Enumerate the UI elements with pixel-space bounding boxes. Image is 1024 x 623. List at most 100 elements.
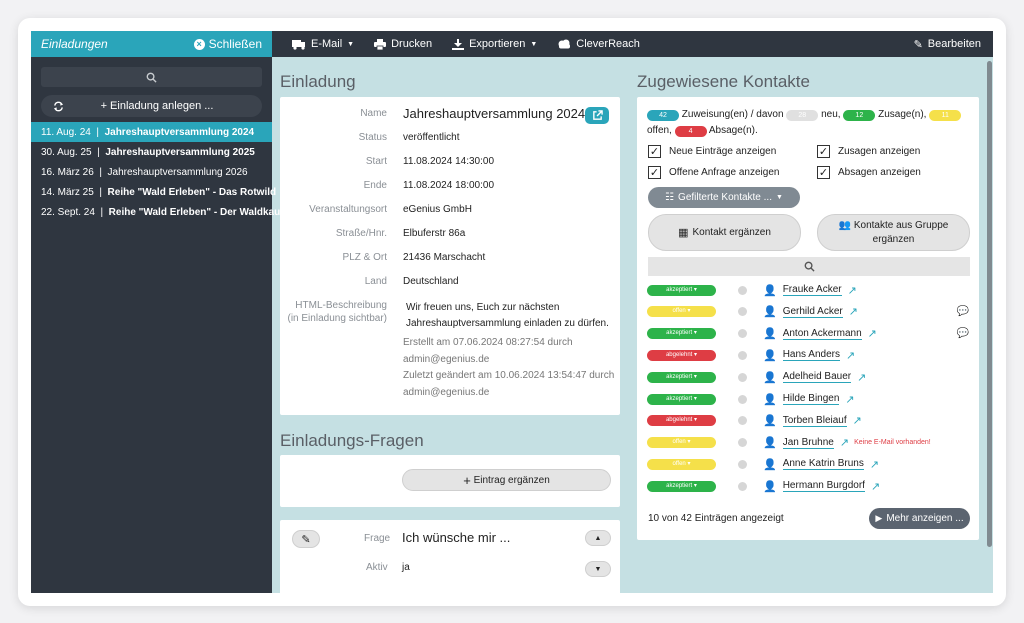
invitation-item[interactable]: 16. März 26 | Jahreshauptversammlung 202… bbox=[31, 162, 272, 182]
external-link-icon[interactable]: ↗ bbox=[846, 349, 855, 362]
external-link-icon[interactable]: ↗ bbox=[857, 371, 866, 384]
comment-icon[interactable]: 💬 bbox=[957, 328, 969, 339]
new-invitation-button[interactable]: + Einladung anlegen ... bbox=[41, 95, 262, 117]
start-label: Start bbox=[365, 156, 387, 167]
invitation-item[interactable]: 22. Sept. 24 | Reihe "Wald Erleben" - De… bbox=[31, 202, 285, 222]
checkbox-new[interactable]: ✓ Neue Einträge anzeigen bbox=[648, 145, 776, 158]
description-label: HTML-Beschreibung (in Einladung sichtbar) bbox=[288, 300, 388, 327]
invitation-list: 11. Aug. 24 | Jahreshauptversammlung 202… bbox=[31, 122, 285, 222]
status-dropdown[interactable]: akzeptiert ▾ bbox=[647, 371, 716, 383]
external-link-icon[interactable]: ↗ bbox=[868, 327, 877, 340]
person-icon: 👤 bbox=[763, 306, 777, 319]
checkbox-checked-icon[interactable]: ✓ bbox=[817, 166, 830, 179]
refresh-icon[interactable] bbox=[53, 101, 64, 112]
external-link-icon[interactable]: ↗ bbox=[871, 480, 880, 493]
checkbox-reject[interactable]: ✓ Absagen anzeigen bbox=[817, 166, 921, 179]
invitation-item[interactable]: 30. Aug. 25 | Jahreshauptversammlung 202… bbox=[31, 142, 272, 162]
comment-icon[interactable]: 💬 bbox=[957, 306, 969, 317]
invitation-date: 14. März 25 bbox=[41, 186, 94, 198]
reject-text: Absage(n). bbox=[708, 125, 758, 136]
checkbox-checked-icon[interactable]: ✓ bbox=[648, 166, 661, 179]
invitation-item[interactable]: 11. Aug. 24 | Jahreshauptversammlung 202… bbox=[31, 122, 272, 142]
status-dropdown[interactable]: offen ▾ bbox=[647, 458, 716, 470]
external-link-icon[interactable]: ↗ bbox=[853, 414, 862, 427]
contact-name-link[interactable]: Frauke Acker bbox=[782, 284, 842, 296]
contact-name-link[interactable]: Torben Bleiauf bbox=[782, 415, 847, 427]
cleverreach-button[interactable]: CleverReach bbox=[557, 38, 640, 50]
person-icon: 👤 bbox=[763, 349, 777, 362]
close-button[interactable]: × Schließen bbox=[193, 37, 262, 51]
status-dropdown[interactable]: akzeptiert ▾ bbox=[647, 393, 716, 405]
question-card: ✎ Frage Ich wünsche mir ... ▲ Aktiv ja ▼ bbox=[280, 520, 620, 593]
add-entry-button[interactable]: + Eintrag ergänzen bbox=[402, 469, 611, 491]
sidebar-search-input[interactable] bbox=[41, 67, 262, 87]
edit-question-button[interactable]: ✎ bbox=[292, 530, 320, 548]
audit-info: Erstellt am 07.06.2024 08:27:54 durch ad… bbox=[403, 335, 614, 401]
export-menu-button[interactable]: Exportieren ▼ bbox=[452, 38, 537, 50]
invitation-item[interactable]: 14. März 25 | Reihe "Wald Erleben" - Das… bbox=[31, 182, 276, 202]
status-dropdown[interactable]: offen ▾ bbox=[647, 306, 716, 318]
contact-name-link[interactable]: Hans Anders bbox=[782, 349, 840, 362]
filtered-contacts-button[interactable]: ☷ Gefilterte Kontakte ... ▼ bbox=[648, 187, 800, 208]
name-value: Jahreshauptversammlung 2024 bbox=[403, 106, 586, 121]
contact-row: akzeptiert ▾ 👤 Hermann Burgdorf ↗ bbox=[647, 477, 969, 495]
status-value: veröffentlicht bbox=[403, 132, 460, 143]
print-label: Drucken bbox=[391, 38, 433, 50]
edit-button[interactable]: ✎ Bearbeiten bbox=[914, 38, 981, 51]
show-more-button[interactable]: ▶ Mehr anzeigen ... bbox=[869, 508, 970, 529]
move-down-button[interactable]: ▼ bbox=[585, 561, 611, 577]
sidebar-title: Einladungen bbox=[41, 37, 108, 51]
contact-name-link[interactable]: Hilde Bingen bbox=[782, 393, 840, 405]
name-label: Name bbox=[360, 108, 387, 119]
contact-name-link[interactable]: Hermann Burgdorf bbox=[782, 480, 865, 493]
status-label: akzeptiert bbox=[666, 330, 693, 337]
person-icon: 👤 bbox=[763, 371, 777, 384]
external-link-icon[interactable]: ↗ bbox=[849, 305, 858, 318]
status-dropdown[interactable]: akzeptiert ▾ bbox=[647, 284, 716, 296]
status-dropdown[interactable]: akzeptiert ▾ bbox=[647, 480, 716, 492]
checkbox-accept[interactable]: ✓ Zusagen anzeigen bbox=[817, 145, 920, 158]
contact-name-link[interactable]: Anne Katrin Bruns bbox=[782, 458, 864, 471]
new-indicator-icon bbox=[738, 416, 747, 426]
new-text: neu, bbox=[821, 109, 841, 120]
open-external-button[interactable] bbox=[585, 107, 609, 124]
search-icon bbox=[146, 72, 157, 83]
total-text: Zuweisung(en) / davon bbox=[681, 109, 784, 120]
status-dropdown[interactable]: offen ▾ bbox=[647, 437, 716, 449]
external-link-icon[interactable]: ↗ bbox=[848, 284, 857, 297]
close-icon: × bbox=[193, 38, 205, 50]
contact-name-link[interactable]: Gerhild Acker bbox=[782, 306, 843, 318]
contact-name-link[interactable]: Adelheid Bauer bbox=[782, 371, 852, 384]
checkbox-checked-icon[interactable]: ✓ bbox=[648, 145, 661, 158]
add-group-button[interactable]: 👥 Kontakte aus Gruppe ergänzen bbox=[817, 214, 970, 251]
print-button[interactable]: Drucken bbox=[374, 38, 432, 50]
external-link-icon[interactable]: ↗ bbox=[840, 436, 849, 449]
add-contact-button[interactable]: ▦ Kontakt ergänzen bbox=[648, 214, 801, 251]
checkbox-open[interactable]: ✓ Offene Anfrage anzeigen bbox=[648, 166, 779, 179]
printer-icon bbox=[374, 38, 387, 50]
description-label-line2: (in Einladung sichtbar) bbox=[287, 313, 388, 324]
status-dropdown[interactable]: akzeptiert ▾ bbox=[647, 328, 716, 340]
status-label: akzeptiert bbox=[666, 395, 693, 402]
external-link-icon[interactable]: ↗ bbox=[845, 393, 854, 406]
scrollbar[interactable] bbox=[986, 57, 993, 593]
status-dropdown[interactable]: abgelehnt ▾ bbox=[647, 415, 716, 427]
status-dropdown[interactable]: abgelehnt ▾ bbox=[647, 349, 716, 361]
external-link-icon[interactable]: ↗ bbox=[870, 458, 879, 471]
move-up-button[interactable]: ▲ bbox=[585, 530, 611, 546]
invitation-name: Jahreshauptversammlung 2025 bbox=[105, 146, 255, 158]
email-menu-button[interactable]: E-Mail ▼ bbox=[292, 38, 354, 50]
start-value: 11.08.2024 14:30:00 bbox=[403, 156, 495, 167]
country-value: Deutschland bbox=[403, 276, 459, 287]
checkbox-reject-label: Absagen anzeigen bbox=[838, 167, 921, 178]
contact-name-link[interactable]: Anton Ackermann bbox=[782, 328, 862, 340]
questions-add-card: + Eintrag ergänzen bbox=[280, 455, 620, 507]
new-invitation-label: Einladung anlegen ... bbox=[110, 100, 214, 112]
contact-name-link[interactable]: Jan Bruhne bbox=[782, 437, 834, 449]
end-label: Ende bbox=[363, 180, 387, 191]
checkbox-checked-icon[interactable]: ✓ bbox=[817, 145, 830, 158]
scrollbar-thumb[interactable] bbox=[987, 61, 992, 547]
contact-row: abgelehnt ▾ 👤 Torben Bleiauf ↗ bbox=[647, 412, 969, 430]
description-value: Wir freuen uns, Euch zur nächsten Jahresh… bbox=[406, 300, 609, 332]
contacts-search-input[interactable] bbox=[648, 257, 970, 276]
